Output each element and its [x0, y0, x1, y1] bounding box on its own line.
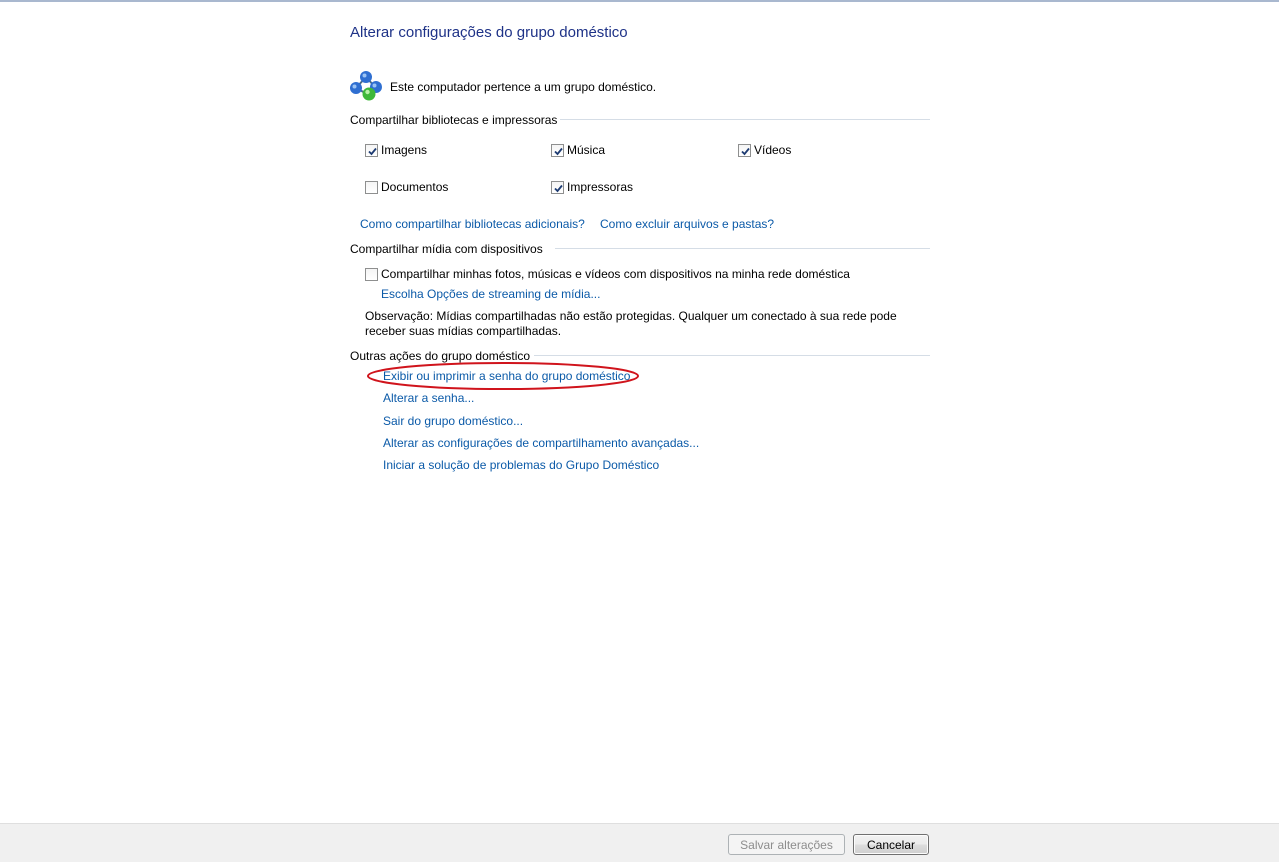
checkbox-label: Vídeos	[754, 143, 792, 157]
advanced-sharing-settings-link[interactable]: Alterar as configurações de compartilham…	[383, 436, 699, 450]
checkbox-label: Música	[567, 143, 606, 157]
additional-libraries-link[interactable]: Como compartilhar bibliotecas adicionais…	[360, 217, 585, 231]
checkbox-share-media[interactable]: Compartilhar minhas fotos, músicas e víd…	[365, 267, 850, 281]
homegroup-status-text: Este computador pertence a um grupo domé…	[390, 80, 657, 94]
section-divider	[534, 355, 930, 356]
checkbox-impressoras[interactable]: Impressoras	[551, 180, 633, 194]
section-divider	[560, 119, 930, 120]
homegroup-icon	[350, 71, 382, 101]
view-print-password-link[interactable]: Exibir ou imprimir a senha do grupo domé…	[383, 369, 630, 383]
checkbox-musica[interactable]: Música	[551, 143, 605, 157]
page-title: Alterar configurações do grupo doméstico	[350, 24, 628, 41]
checkbox-videos[interactable]: Vídeos	[738, 143, 791, 157]
section-divider	[555, 248, 930, 249]
section-heading-media: Compartilhar mídia com dispositivos	[350, 242, 543, 256]
section-heading-libraries: Compartilhar bibliotecas e impressoras	[350, 113, 558, 127]
checkbox-label: Imagens	[381, 143, 428, 157]
leave-homegroup-link[interactable]: Sair do grupo doméstico...	[383, 414, 523, 428]
footer-bar	[0, 823, 1279, 862]
section-heading-other-actions: Outras ações do grupo doméstico	[350, 349, 531, 363]
media-streaming-options-link[interactable]: Escolha Opções de streaming de mídia...	[381, 287, 600, 301]
cancel-button[interactable]: Cancelar	[853, 834, 929, 855]
checkbox-label: Impressoras	[567, 180, 634, 194]
window-top-edge	[0, 0, 1279, 2]
checkbox-imagens[interactable]: Imagens	[365, 143, 427, 157]
checkbox-documentos[interactable]: Documentos	[365, 180, 448, 194]
checkbox-label: Documentos	[381, 180, 449, 194]
exclude-files-link[interactable]: Como excluir arquivos e pastas?	[600, 217, 774, 231]
checkbox-label: Compartilhar minhas fotos, músicas e víd…	[381, 267, 850, 281]
media-note: Observação: Mídias compartilhadas não es…	[365, 309, 897, 338]
change-password-link[interactable]: Alterar a senha...	[383, 391, 474, 405]
troubleshoot-homegroup-link[interactable]: Iniciar a solução de problemas do Grupo …	[383, 458, 659, 472]
save-changes-button[interactable]: Salvar alterações	[728, 834, 845, 855]
